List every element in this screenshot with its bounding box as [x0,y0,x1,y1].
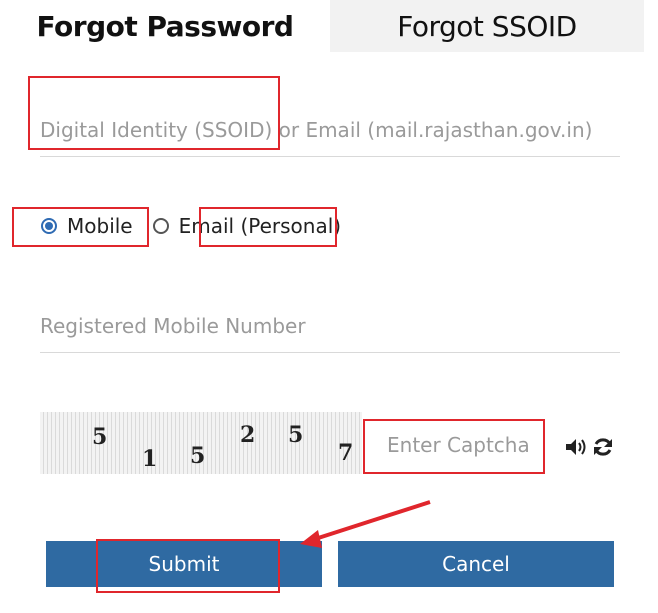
radio-mobile-label: Mobile [67,214,133,238]
tab-forgot-ssoid[interactable]: Forgot SSOID [330,0,644,52]
captcha-digit: 5 [190,443,206,469]
mobile-number-input[interactable] [40,314,620,338]
captcha-digit: 5 [288,422,304,448]
tab-forgot-password[interactable]: Forgot Password [0,0,330,52]
captcha-digit: 1 [142,446,158,472]
speaker-icon[interactable] [564,437,588,457]
captcha-digit: 7 [338,440,354,466]
captcha-field [385,425,547,469]
cancel-button[interactable]: Cancel [338,541,614,587]
tab-bar: Forgot Password Forgot SSOID [0,0,644,52]
captcha-input[interactable] [385,425,547,458]
ssoid-input[interactable] [40,118,620,142]
radio-option-mobile[interactable]: Mobile [41,214,133,238]
captcha-digit: 2 [240,422,256,448]
radio-option-email[interactable]: Email (Personal) [152,214,342,238]
captcha-digit: 5 [92,424,108,450]
radio-email-label: Email (Personal) [178,214,342,238]
annotation-arrow [300,500,431,548]
captcha-image: 5 1 5 2 5 7 [40,412,362,474]
radio-unchecked-icon[interactable] [152,218,169,234]
mobile-number-field [40,314,620,353]
ssoid-field [40,118,620,157]
recovery-method-radio-group: Mobile Email (Personal) [41,214,341,238]
submit-button[interactable]: Submit [46,541,322,587]
radio-checked-icon[interactable] [41,218,57,234]
refresh-icon[interactable] [592,436,614,458]
